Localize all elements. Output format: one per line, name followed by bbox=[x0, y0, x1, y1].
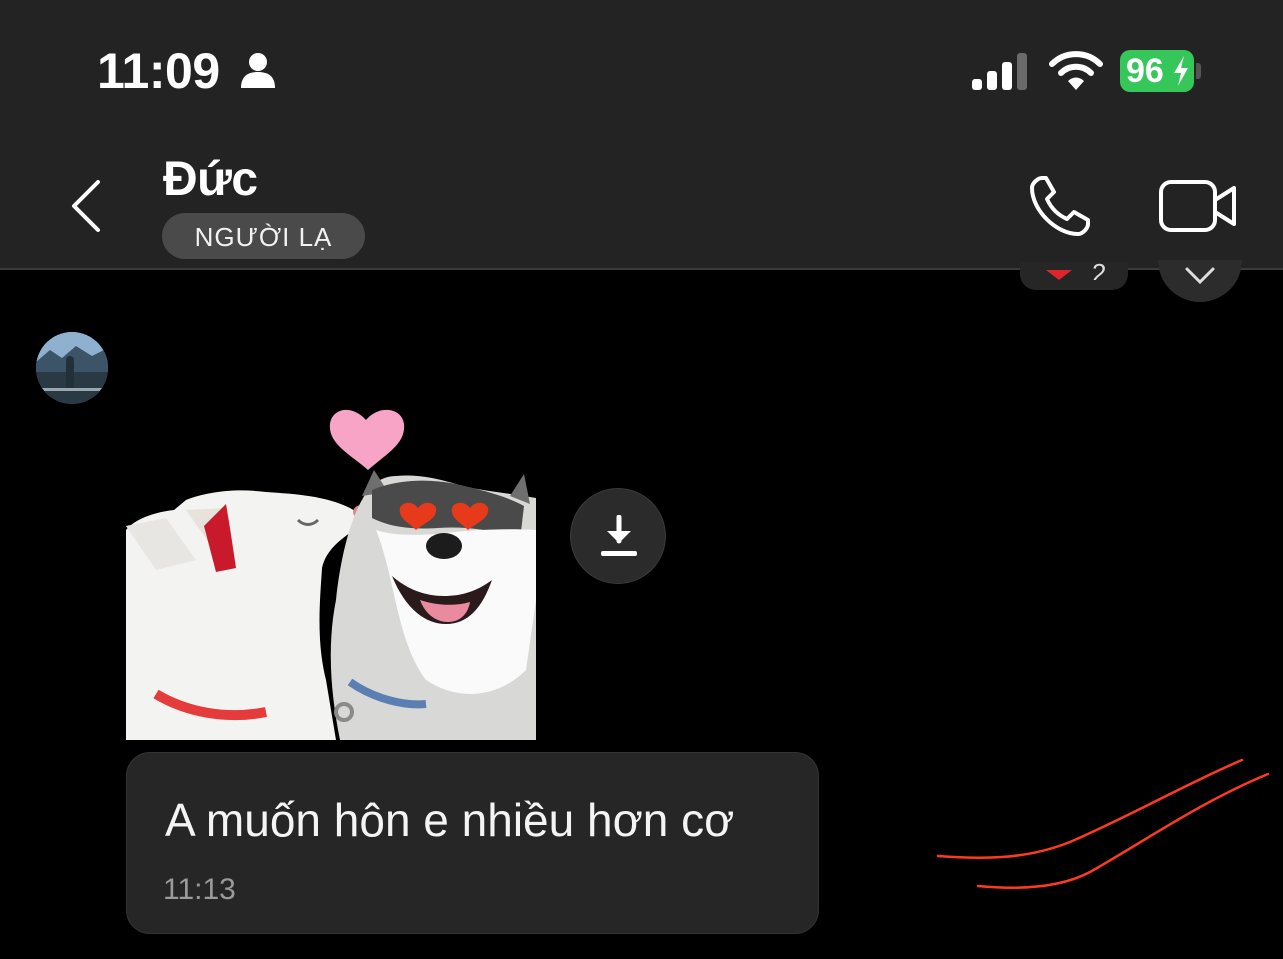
battery-level: 96 bbox=[1126, 52, 1164, 90]
message-text: A muốn hôn e nhiều hơn cơ bbox=[165, 794, 735, 846]
battery-indicator: 96 bbox=[1120, 50, 1194, 92]
reaction-count: 2 bbox=[1092, 258, 1107, 280]
sticker-image[interactable] bbox=[126, 400, 536, 740]
person-icon bbox=[241, 53, 275, 88]
download-icon bbox=[601, 515, 637, 556]
pink-heart bbox=[329, 409, 405, 470]
charging-bolt-icon bbox=[1174, 56, 1188, 86]
back-icon[interactable] bbox=[66, 178, 110, 234]
status-time: 11:09 bbox=[97, 43, 220, 99]
contact-name[interactable]: Đức bbox=[163, 152, 258, 207]
chevron-down-icon bbox=[1185, 267, 1215, 285]
video-camera-icon[interactable] bbox=[1158, 178, 1238, 234]
stranger-badge: NGƯỜI LẠ bbox=[162, 213, 365, 259]
phone-icon[interactable] bbox=[1028, 174, 1092, 238]
avatar[interactable] bbox=[36, 332, 108, 404]
reaction-pill[interactable] bbox=[1020, 262, 1128, 290]
heart-reaction-icon bbox=[1046, 270, 1072, 280]
battery-nub bbox=[1196, 63, 1201, 79]
signal-icon bbox=[972, 53, 1027, 90]
red-scribble-annotation bbox=[936, 758, 1270, 890]
wifi-icon bbox=[1049, 51, 1103, 90]
download-button[interactable] bbox=[570, 488, 666, 584]
message-timestamp: 11:13 bbox=[163, 873, 236, 906]
message-bubble[interactable]: A muốn hôn e nhiều hơn cơ 11:13 bbox=[126, 752, 819, 934]
